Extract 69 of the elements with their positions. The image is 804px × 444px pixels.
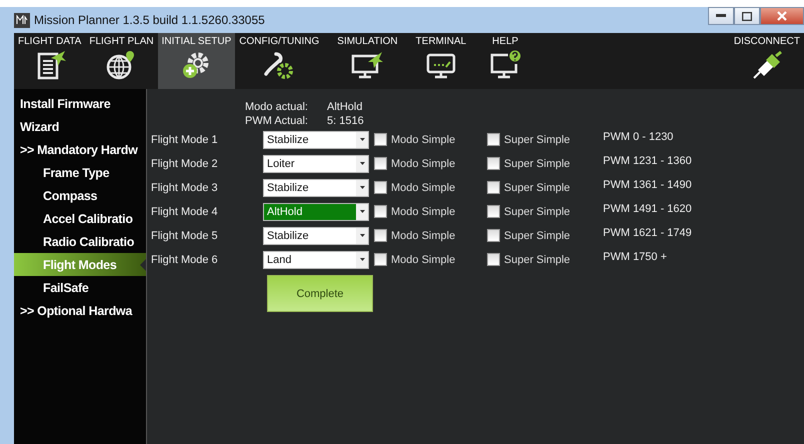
caret-icon xyxy=(360,138,364,141)
status-label: PWM Actual: xyxy=(245,115,309,127)
pwm-range: PWM 1231 - 1360 xyxy=(603,155,692,167)
monitor-plane-icon xyxy=(350,50,384,80)
caret-icon xyxy=(360,162,364,165)
caret-icon xyxy=(360,186,364,189)
checkbox[interactable]: Modo Simple xyxy=(374,253,487,266)
menu-tab[interactable]: SIMULATION xyxy=(333,33,402,89)
mode-dropdown[interactable]: AltHold xyxy=(263,202,369,220)
maximize-icon xyxy=(742,12,752,20)
menu-tab[interactable]: FLIGHT PLAN xyxy=(85,33,158,89)
mode-dropdown[interactable]: Loiter xyxy=(263,154,369,172)
complete-button[interactable]: Complete xyxy=(267,275,373,312)
sidebar-item[interactable]: Radio Calibratio xyxy=(14,230,146,253)
checkbox[interactable]: Modo Simple xyxy=(374,181,487,194)
sidebar-item[interactable]: Frame Type xyxy=(14,161,146,184)
help-icon xyxy=(488,50,522,80)
flight-mode-label: Flight Mode 2 xyxy=(151,158,219,170)
checkbox[interactable]: Super Simple xyxy=(487,157,603,170)
flight-mode-label: Flight Mode 5 xyxy=(151,230,219,242)
maximize-button[interactable] xyxy=(734,7,760,25)
checkbox[interactable]: Super Simple xyxy=(487,229,603,242)
sidebar-item[interactable]: FailSafe xyxy=(14,276,146,299)
status-label: Modo actual: xyxy=(245,101,309,113)
status-value: AltHold xyxy=(327,101,364,113)
close-button[interactable] xyxy=(760,7,804,25)
pwm-range: PWM 1361 - 1490 xyxy=(603,179,692,191)
checkbox[interactable]: Modo Simple xyxy=(374,229,487,242)
sidebar-item[interactable]: >> Optional Hardwa xyxy=(14,299,146,322)
app-logo-icon xyxy=(14,12,30,28)
checkbox[interactable]: Modo Simple xyxy=(374,157,487,170)
checkbox[interactable]: Super Simple xyxy=(487,133,603,146)
pwm-range: PWM 1621 - 1749 xyxy=(603,227,692,239)
pwm-range: PWM 0 - 1230 xyxy=(603,131,674,143)
sidebar-item[interactable]: Accel Calibratio xyxy=(14,207,146,230)
menu-tab[interactable]: FLIGHT DATA xyxy=(14,33,86,89)
menu-tab[interactable]: TERMINAL xyxy=(412,33,470,89)
minimize-icon xyxy=(716,14,726,18)
menu-tab[interactable]: CONFIG/TUNING xyxy=(235,33,324,89)
flight-mode-label: Flight Mode 6 xyxy=(151,254,219,266)
mode-dropdown[interactable]: Stabilize xyxy=(263,226,369,244)
pwm-range: PWM 1491 - 1620 xyxy=(603,203,692,215)
checkbox[interactable]: Super Simple xyxy=(487,205,603,218)
status-value: 5: 1516 xyxy=(327,115,365,127)
checkbox[interactable]: Super Simple xyxy=(487,253,603,266)
caret-icon xyxy=(360,258,364,261)
sidebar-item[interactable]: Wizard xyxy=(14,115,146,138)
menu-tab[interactable]: HELP xyxy=(484,33,526,89)
mode-dropdown[interactable]: Stabilize xyxy=(263,178,369,196)
menu-tab[interactable]: INITIAL SETUP xyxy=(158,33,236,89)
flight-mode-label: Flight Mode 4 xyxy=(151,206,219,218)
sidebar-item[interactable]: >> Mandatory Hardw xyxy=(14,138,146,161)
sidebar-item[interactable]: Install Firmware xyxy=(14,92,146,115)
mode-dropdown[interactable]: Stabilize xyxy=(263,130,369,148)
caret-icon xyxy=(360,210,364,213)
pwm-range: PWM 1750 + xyxy=(603,251,667,263)
sidebar-item[interactable]: Compass xyxy=(14,184,146,207)
minimize-button[interactable] xyxy=(708,7,734,25)
close-icon xyxy=(777,11,787,21)
checkbox[interactable]: Super Simple xyxy=(487,181,603,194)
disconnect-button[interactable]: DISCONNECT xyxy=(730,33,804,89)
flight-mode-label: Flight Mode 1 xyxy=(151,134,219,146)
caret-icon xyxy=(360,234,364,237)
flight-mode-label: Flight Mode 3 xyxy=(151,182,219,194)
checkbox[interactable]: Modo Simple xyxy=(374,205,487,218)
mode-dropdown[interactable]: Land xyxy=(263,250,369,268)
window-title: Mission Planner 1.3.5 build 1.1.5260.33055 xyxy=(34,13,266,27)
sidebar-item[interactable]: Flight Modes xyxy=(14,253,146,276)
checkbox[interactable]: Modo Simple xyxy=(374,133,487,146)
